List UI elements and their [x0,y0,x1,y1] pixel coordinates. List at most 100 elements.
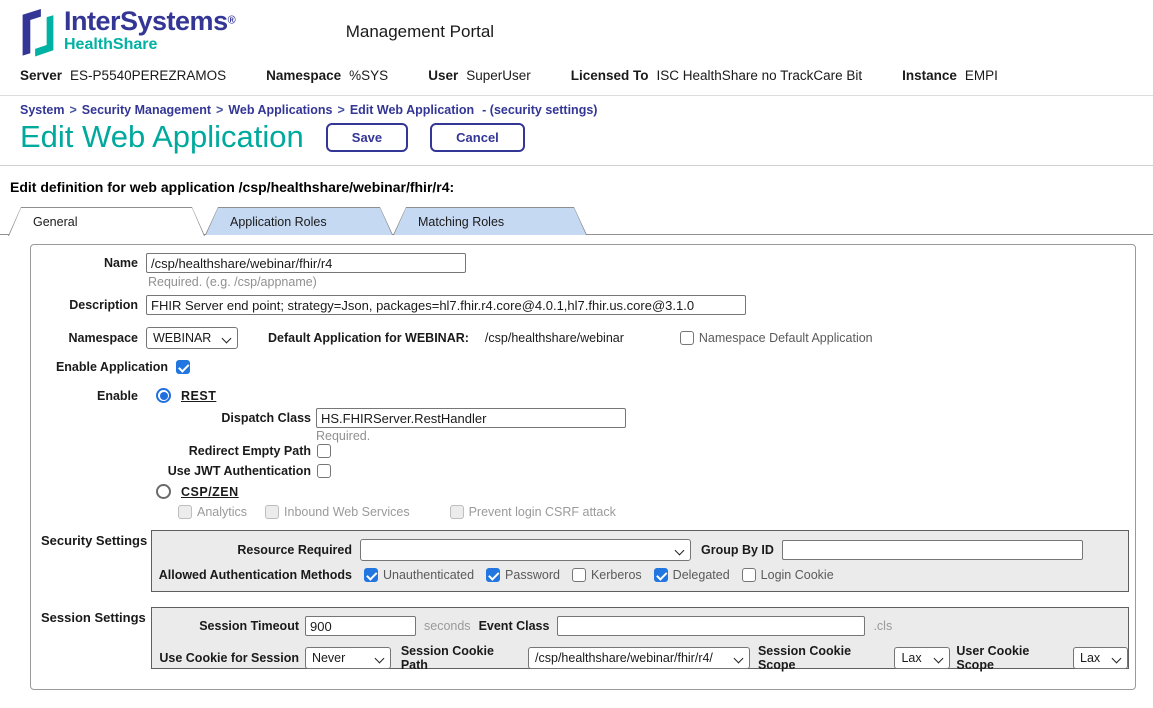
user-cookie-scope-value: Lax [1080,651,1100,665]
namespace-default-label: Namespace Default Application [699,331,873,345]
edit-definition-text: Edit definition for web application /csp… [10,179,1153,195]
session-cookie-scope-value: Lax [901,651,921,665]
dispatch-class-input[interactable] [316,408,626,428]
breadcrumb-separator: > [69,103,76,117]
portal-title: Management Portal [346,22,494,42]
use-cookie-select[interactable]: Never [305,647,391,669]
namespace-info: Namespace %SYS [266,68,388,83]
session-timeout-input[interactable] [305,616,416,636]
event-class-input[interactable] [557,616,865,636]
prevent-csrf-label: Prevent login CSRF attack [469,505,616,519]
breadcrumb-web-applications[interactable]: Web Applications [228,103,332,117]
description-input[interactable] [146,295,746,315]
namespace-default-checkbox[interactable] [680,331,694,345]
registered-mark: ® [228,15,236,27]
namespace-field-label: Namespace [31,331,138,345]
name-input[interactable] [146,253,466,273]
general-tab-panel: Name Required. (e.g. /csp/appname) Descr… [30,244,1136,690]
namespace-select[interactable]: WEBINAR [146,327,238,349]
analytics-label: Analytics [197,505,247,519]
session-cookie-path-select[interactable]: /csp/healthshare/webinar/fhir/r4/ [528,647,750,669]
cspzen-radio[interactable] [156,484,171,499]
login-cookie-label: Login Cookie [761,568,834,582]
instance-info: Instance EMPI [902,68,998,83]
kerberos-checkbox[interactable] [572,568,586,582]
licensed-value: ISC HealthShare no TrackCare Bit [657,68,863,83]
default-app-value: /csp/healthshare/webinar [485,331,624,345]
session-cookie-scope-select[interactable]: Lax [894,647,950,669]
title-divider [0,165,1153,166]
unauthenticated-checkbox[interactable] [364,568,378,582]
redirect-empty-path-label: Redirect Empty Path [31,444,311,458]
delegated-checkbox[interactable] [654,568,668,582]
brand-wordmark: InterSystems® HealthShare [64,8,236,53]
server-value: ES-P5540PEREZRAMOS [70,68,226,83]
analytics-checkbox [178,505,192,519]
session-cookie-path-value: /csp/healthshare/webinar/fhir/r4/ [535,651,713,665]
namespace-value: %SYS [349,68,388,83]
server-info-bar: Server ES-P5540PEREZRAMOS Namespace %SYS U… [20,68,1133,83]
page-title: Edit Web Application [20,119,304,155]
session-cookie-path-label: Session Cookie Path [401,644,523,672]
licensed-label: Licensed To [571,68,649,83]
brand-product: HealthShare [64,37,236,53]
breadcrumb: System > Security Management > Web Applicati… [0,96,1153,119]
breadcrumb-separator: > [338,103,345,117]
delegated-label: Delegated [673,568,730,582]
event-class-label: Event Class [479,619,550,633]
password-label: Password [505,568,560,582]
tab-matching-roles[interactable]: Matching Roles [393,207,587,235]
security-settings-label: Security Settings [41,533,147,548]
inbound-web-services-label: Inbound Web Services [284,505,410,519]
seconds-label: seconds [424,619,471,633]
session-timeout-label: Session Timeout [152,619,299,633]
enable-application-label: Enable Application [31,360,168,374]
intersystems-logo-icon [20,8,56,58]
user-cookie-scope-select[interactable]: Lax [1073,647,1128,669]
use-jwt-label: Use JWT Authentication [31,464,311,478]
kerberos-label: Kerberos [591,568,642,582]
instance-label: Instance [902,68,957,83]
inbound-web-services-checkbox [265,505,279,519]
resource-required-select[interactable] [360,539,691,561]
auth-methods-label: Allowed Authentication Methods [152,568,352,582]
password-checkbox[interactable] [486,568,500,582]
description-label: Description [31,298,138,312]
use-jwt-checkbox[interactable] [317,464,331,478]
tab-matching-roles-label: Matching Roles [418,215,504,229]
namespace-label: Namespace [266,68,341,83]
server-label: Server [20,68,62,83]
instance-value: EMPI [965,68,998,83]
breadcrumb-edit-web-application[interactable]: Edit Web Application [350,103,474,117]
tab-application-roles[interactable]: Application Roles [205,207,393,235]
rest-label[interactable]: REST [181,389,216,403]
tab-general[interactable]: General [8,207,205,236]
dispatch-class-label: Dispatch Class [31,411,311,425]
enable-application-checkbox[interactable] [176,360,190,374]
breadcrumb-security-management[interactable]: Security Management [82,103,211,117]
default-app-label: Default Application for WEBINAR: [268,331,469,345]
unauthenticated-label: Unauthenticated [383,568,474,582]
login-cookie-checkbox[interactable] [742,568,756,582]
rest-radio[interactable] [156,388,171,403]
save-button[interactable]: Save [326,123,408,152]
group-by-id-input[interactable] [782,540,1083,560]
resource-required-label: Resource Required [152,543,352,557]
group-by-id-label: Group By ID [701,543,774,557]
cancel-button[interactable]: Cancel [430,123,525,152]
session-cookie-scope-label: Session Cookie Scope [758,644,891,672]
cls-suffix-label: .cls [873,619,892,633]
namespace-select-value: WEBINAR [153,331,211,345]
tab-application-roles-label: Application Roles [230,215,327,229]
dispatch-class-hint: Required. [316,429,370,443]
name-hint: Required. (e.g. /csp/appname) [148,275,317,289]
cspzen-label[interactable]: CSP/ZEN [181,485,239,499]
licensed-info: Licensed To ISC HealthShare no TrackCare … [571,68,862,83]
server-info: Server ES-P5540PEREZRAMOS [20,68,226,83]
breadcrumb-system[interactable]: System [20,103,64,117]
user-label: User [428,68,458,83]
breadcrumb-suffix: - (security settings) [482,103,597,117]
redirect-empty-path-checkbox[interactable] [317,444,331,458]
use-cookie-value: Never [312,651,345,665]
use-cookie-label: Use Cookie for Session [152,651,299,665]
